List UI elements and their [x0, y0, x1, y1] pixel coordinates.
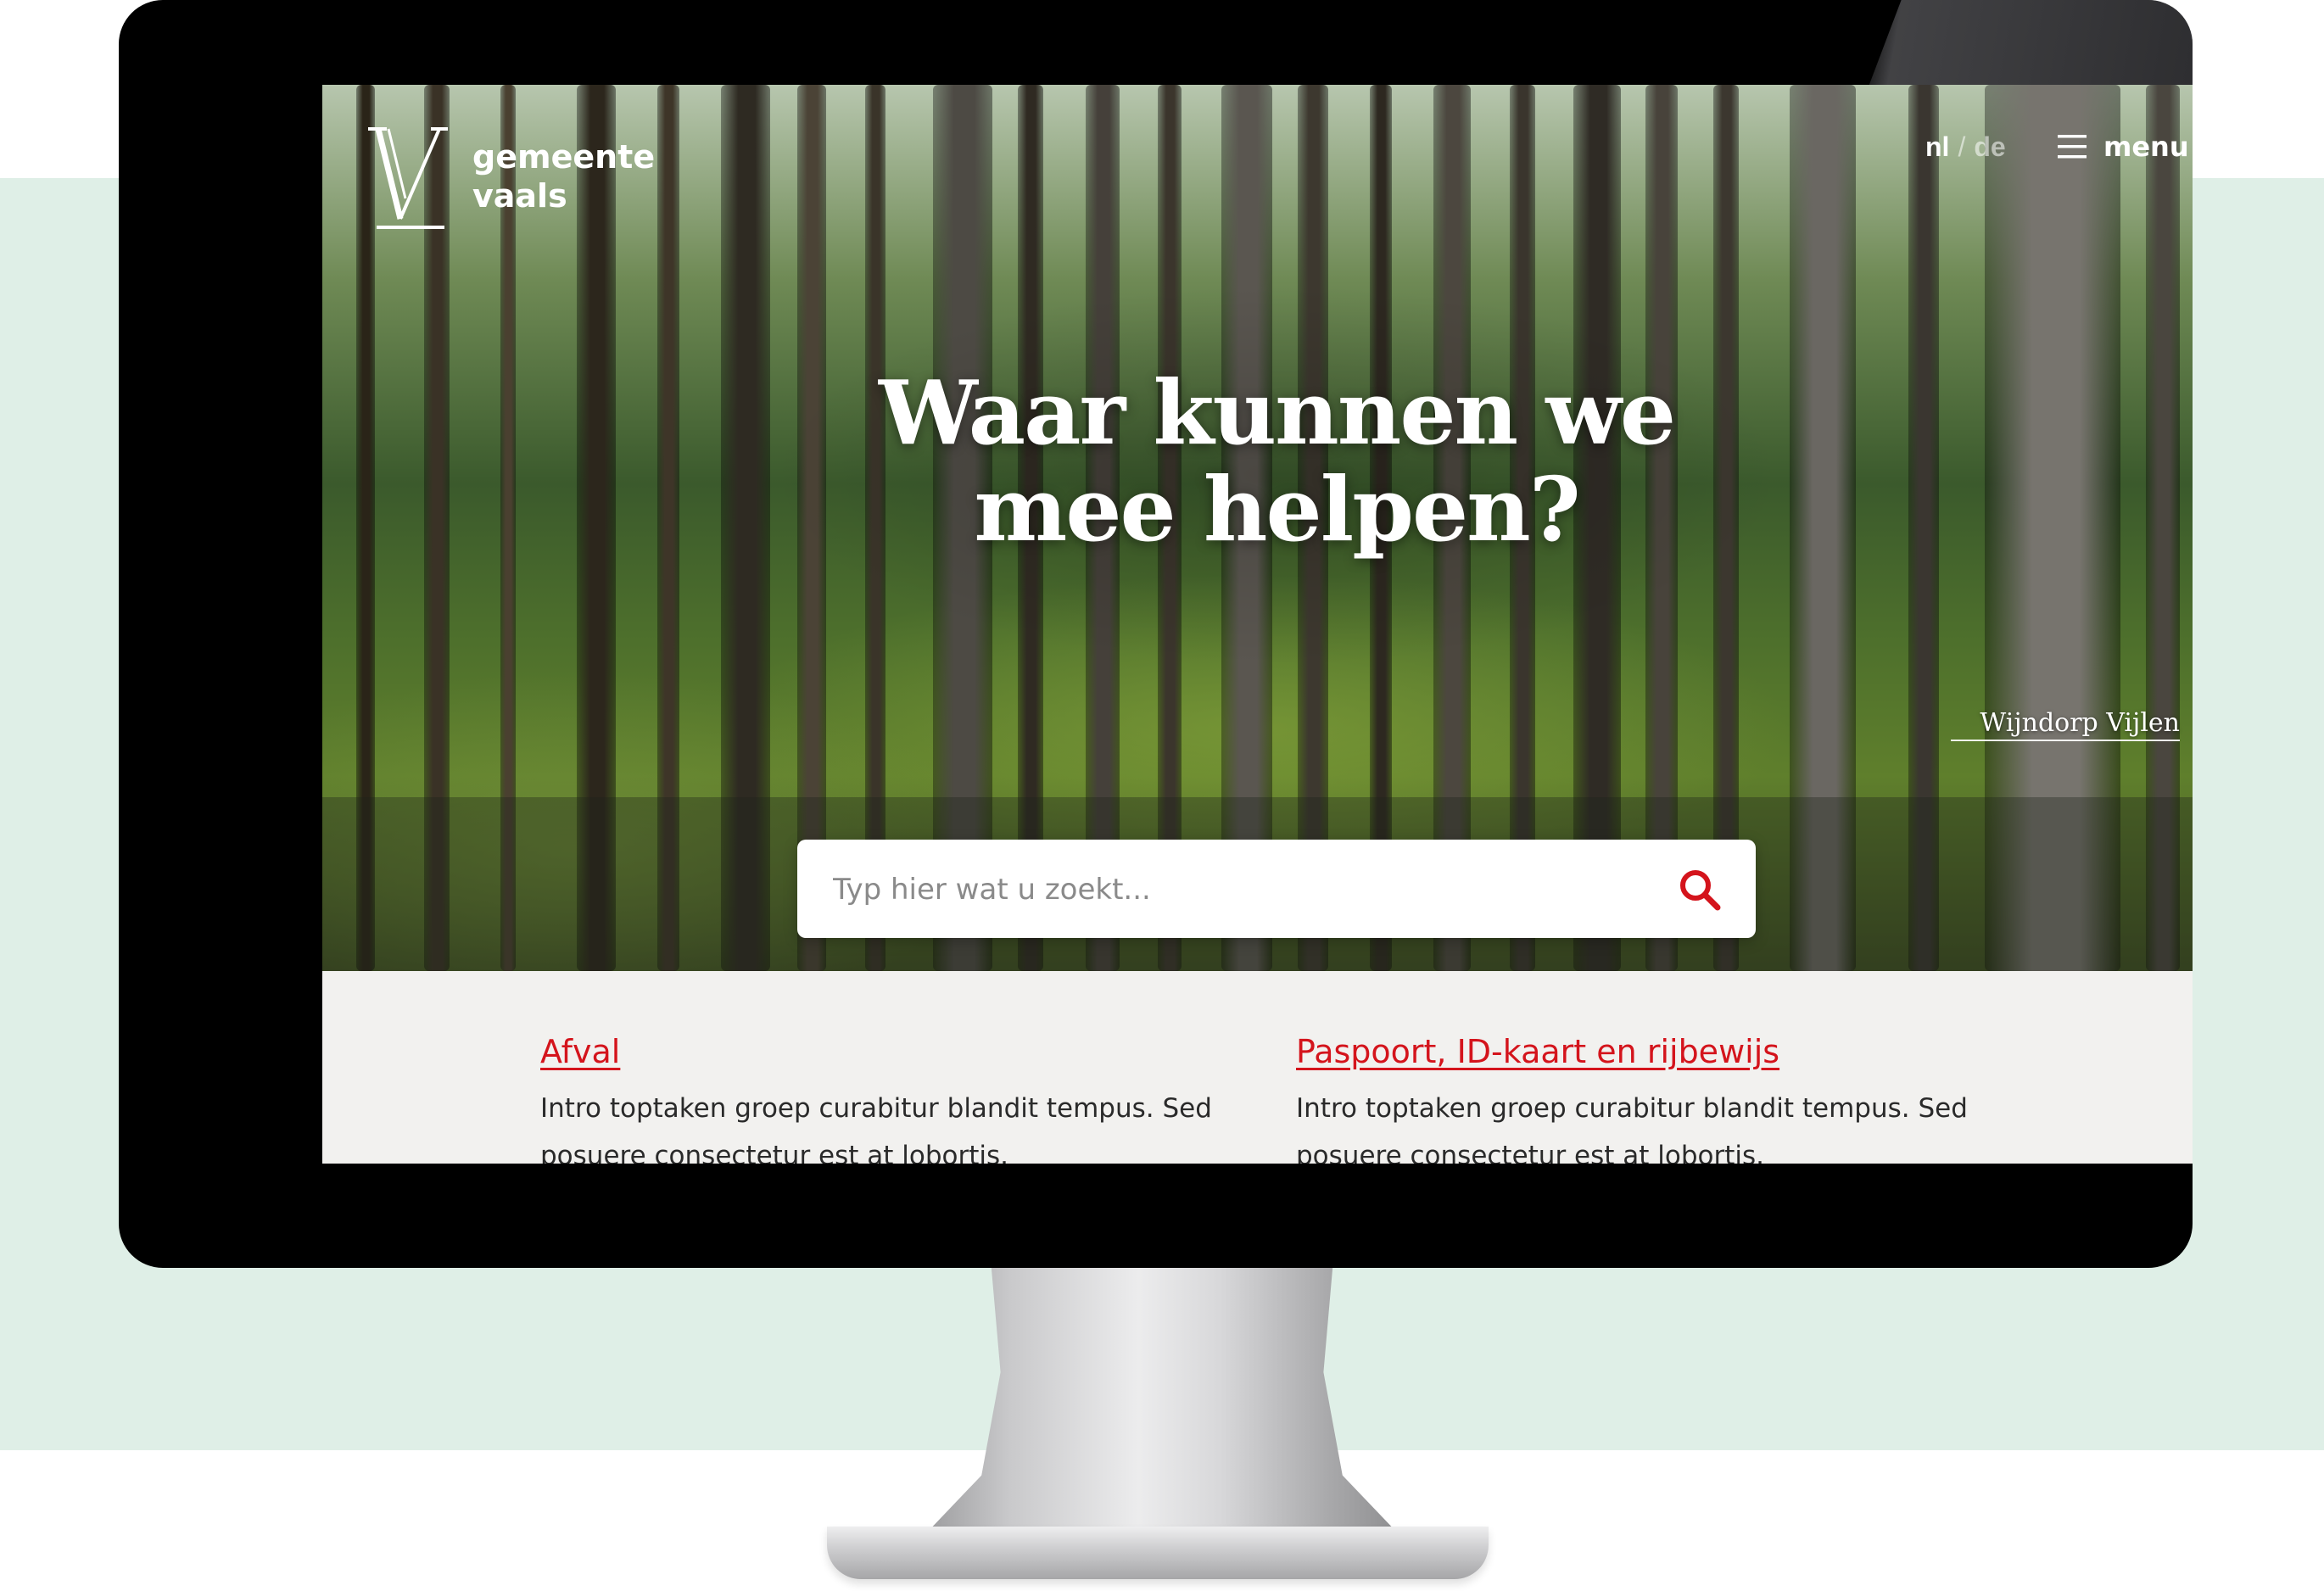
language-switcher: nl / de	[1925, 126, 2006, 168]
language-de-link[interactable]: de	[1974, 131, 2005, 162]
monitor-stand-base	[827, 1527, 1489, 1579]
hero-title-line1: Waar kunnen we	[878, 360, 1676, 465]
top-tasks-section: Afval Intro toptaken groep curabitur bla…	[322, 971, 2193, 1164]
site-name: gemeente vaals	[472, 137, 655, 215]
menu-button[interactable]: menu	[2058, 124, 2189, 170]
screen-glare	[1866, 0, 2193, 93]
top-task-item: Afval Intro toptaken groep curabitur bla…	[540, 1030, 1236, 1164]
language-separator: /	[1958, 131, 1966, 162]
hamburger-icon	[2058, 135, 2087, 159]
search-input[interactable]	[831, 863, 1649, 916]
top-task-item: Paspoort, ID-kaart en rijbewijs Intro to…	[1296, 1030, 1992, 1164]
monitor-bezel: gemeente vaals nl / de menu Waar kunnen we…	[119, 0, 2193, 1268]
menu-label: menu	[2103, 131, 2189, 163]
hero-title-line2: mee helpen?	[974, 457, 1580, 561]
hero-title: Waar kunnen we mee helpen?	[768, 365, 1785, 558]
photo-caption-link[interactable]: Wijndorp Vijlen	[1951, 708, 2180, 741]
site-name-line2: vaals	[472, 177, 567, 215]
top-task-link-afval[interactable]: Afval	[540, 1030, 1236, 1073]
vaals-v-logo-icon	[368, 127, 448, 229]
site-logo[interactable]: gemeente vaals	[366, 126, 723, 236]
search-icon[interactable]	[1675, 865, 1726, 914]
site-name-line1: gemeente	[472, 138, 656, 176]
monitor-stand	[925, 1264, 1399, 1535]
top-task-intro: Intro toptaken groep curabitur blandit t…	[1296, 1093, 1968, 1164]
top-task-link-paspoort[interactable]: Paspoort, ID-kaart en rijbewijs	[1296, 1030, 1992, 1073]
search-box	[797, 840, 1756, 938]
language-nl-link[interactable]: nl	[1925, 131, 1949, 162]
website-screen: gemeente vaals nl / de menu Waar kunnen we…	[322, 85, 2193, 1164]
top-task-intro: Intro toptaken groep curabitur blandit t…	[540, 1093, 1212, 1164]
hero-section: gemeente vaals nl / de menu Waar kunnen we…	[322, 85, 2193, 971]
